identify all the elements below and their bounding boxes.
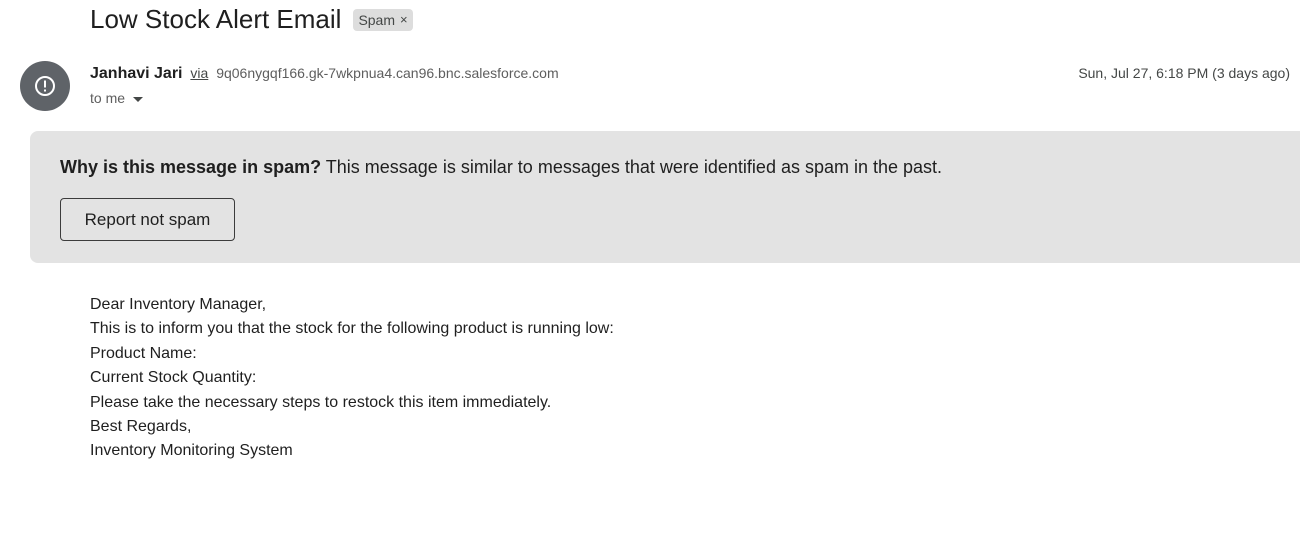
- spam-explanation: Why is this message in spam? This messag…: [60, 155, 942, 179]
- sender-name[interactable]: Janhavi Jari: [90, 65, 183, 82]
- sender-line: Janhavi Jari via 9q06nygqf166.gk-7wkpnua…: [90, 62, 559, 85]
- body-line: Inventory Monitoring System: [90, 442, 293, 460]
- body-line: Dear Inventory Manager,: [90, 296, 267, 313]
- spam-reason: This message is similar to messages that…: [321, 157, 943, 177]
- recipient-details-toggle[interactable]: to me: [90, 88, 144, 108]
- body-line: Current Stock Quantity:: [90, 369, 257, 387]
- body-line: Best Regards,: [90, 418, 192, 436]
- recipient-label: to me: [90, 90, 126, 106]
- email-subject: Low Stock Alert Email: [90, 4, 342, 34]
- alert-circle-icon: [35, 76, 55, 96]
- remove-label-icon[interactable]: ×: [400, 10, 408, 30]
- via-link[interactable]: via: [190, 65, 208, 81]
- avatar[interactable]: [20, 61, 70, 111]
- caret-down-icon[interactable]: [133, 96, 144, 102]
- report-not-spam-button[interactable]: Report not spam: [60, 198, 235, 241]
- spam-label-text: Spam: [358, 12, 396, 28]
- body-line: Product Name:: [90, 344, 197, 362]
- spam-warning-banner: Why is this message in spam? This messag…: [30, 131, 1300, 263]
- email-body: Dear Inventory Manager, This is to infor…: [90, 293, 614, 464]
- subject-row: Low Stock Alert Email Spam ×: [90, 2, 413, 36]
- spam-label-chip[interactable]: Spam ×: [353, 9, 413, 31]
- email-date: Sun, Jul 27, 6:18 PM (3 days ago): [1078, 65, 1290, 81]
- email-view: Low Stock Alert Email Spam × Janhavi Jar…: [0, 0, 1300, 535]
- via-address: 9q06nygqf166.gk-7wkpnua4.can96.bnc.sales…: [216, 65, 559, 81]
- body-line: Please take the necessary steps to resto…: [90, 393, 552, 411]
- body-line: This is to inform you that the stock for…: [90, 320, 614, 338]
- spam-question: Why is this message in spam?: [60, 157, 322, 177]
